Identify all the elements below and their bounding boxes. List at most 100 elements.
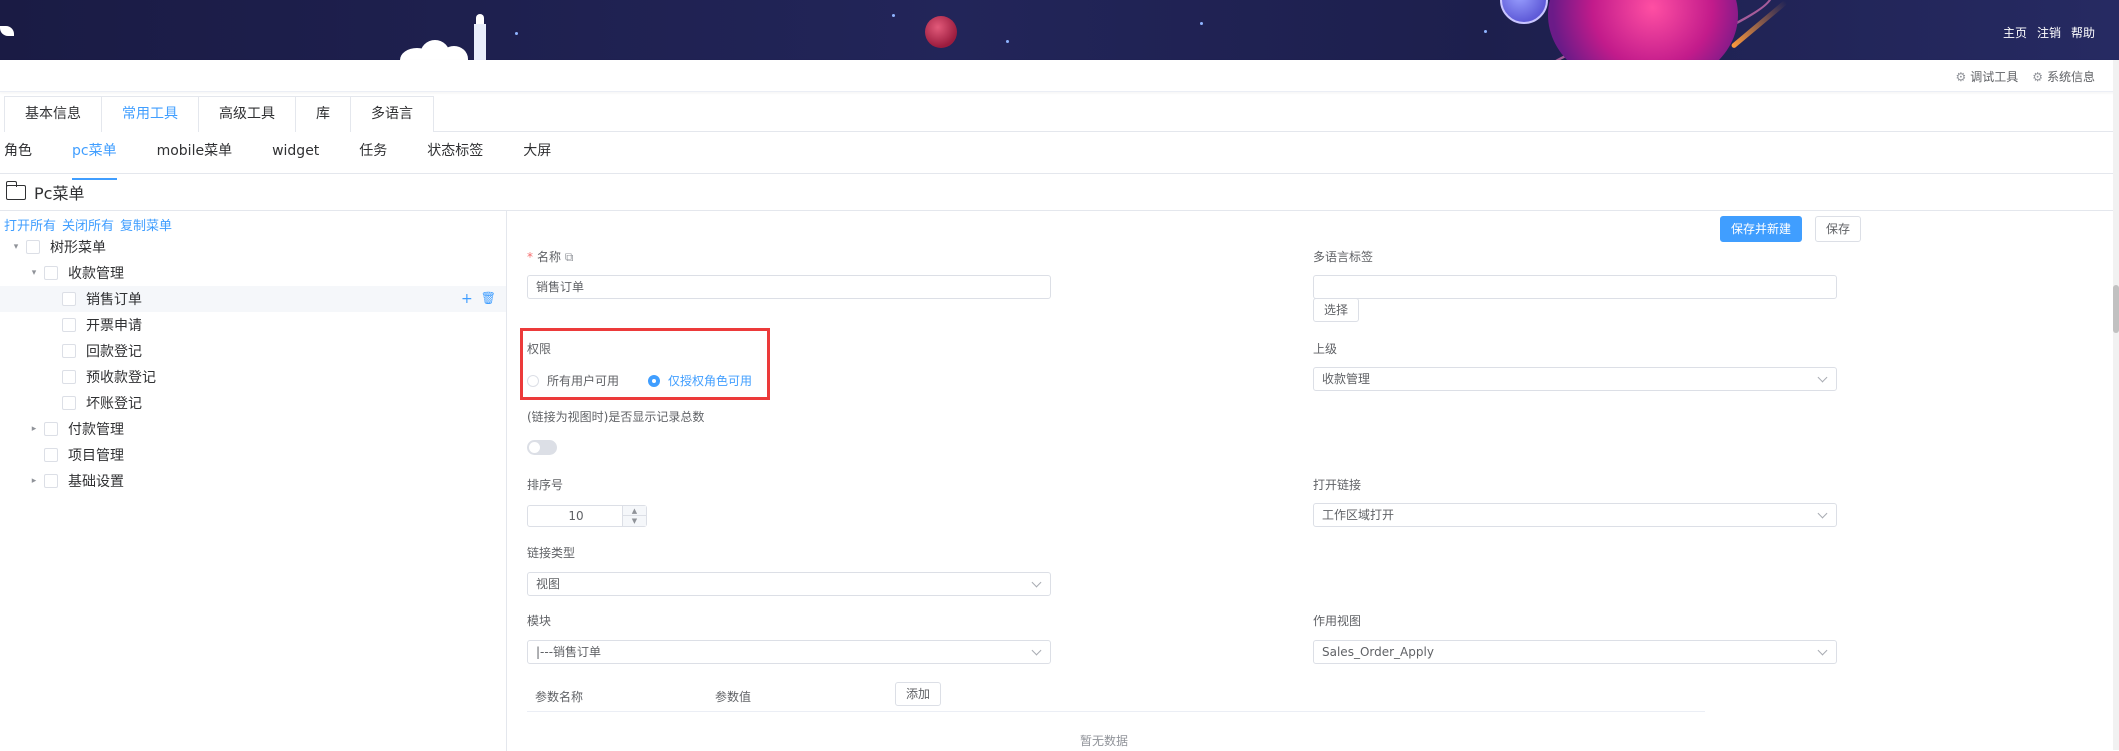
- caret-right-icon[interactable]: ▸: [28, 424, 40, 434]
- tab-task[interactable]: 任务: [339, 136, 407, 173]
- caret-right-icon[interactable]: ▸: [28, 476, 40, 486]
- tree-node-label: 树形菜单: [50, 240, 106, 256]
- tree-checkbox[interactable]: [44, 266, 58, 280]
- caret-down-icon[interactable]: ▾: [10, 242, 22, 252]
- chevron-down-icon: [1817, 372, 1828, 383]
- tab-library[interactable]: 库: [295, 96, 351, 132]
- tab-role[interactable]: 角色: [0, 136, 52, 173]
- choose-button[interactable]: 选择: [1313, 298, 1360, 322]
- tree-checkbox[interactable]: [44, 448, 58, 462]
- tree-node[interactable]: ▾ 树形菜单: [0, 234, 506, 260]
- radio-all-users[interactable]: 所有用户可用: [527, 372, 619, 389]
- chevron-down-icon: [1817, 508, 1828, 519]
- debug-tool-button[interactable]: ⚙ 调试工具: [1955, 68, 2018, 85]
- expand-all-link[interactable]: 打开所有: [4, 215, 56, 234]
- tab-advanced-tools[interactable]: 高级工具: [198, 96, 296, 132]
- help-link[interactable]: 帮助: [2071, 24, 2095, 41]
- order-label: 排序号: [527, 478, 564, 492]
- tree-checkbox[interactable]: [26, 240, 40, 254]
- tab-widget[interactable]: widget: [252, 136, 339, 173]
- system-info-button[interactable]: ⚙ 系统信息: [2032, 68, 2095, 85]
- tree-checkbox[interactable]: [62, 396, 76, 410]
- settings-icon: ⚙: [2032, 70, 2043, 84]
- parent-select-value: 收款管理: [1322, 372, 1371, 386]
- home-link[interactable]: 主页: [2003, 24, 2027, 41]
- tab-basic-info[interactable]: 基本信息: [4, 96, 102, 132]
- tab-common-tools[interactable]: 常用工具: [101, 96, 199, 132]
- decrement-icon[interactable]: ▼: [623, 516, 646, 526]
- copy-icon[interactable]: ⧉: [565, 250, 574, 264]
- caret-down-icon[interactable]: ▾: [28, 268, 40, 278]
- radio-circle[interactable]: [648, 374, 660, 387]
- link-type-label: 链接类型: [527, 546, 576, 560]
- chevron-down-icon: [1031, 577, 1042, 588]
- add-icon[interactable]: +: [461, 291, 473, 307]
- divider: [0, 210, 2119, 211]
- save-and-new-button[interactable]: 保存并新建: [1720, 216, 1803, 242]
- radio-all-users-label: 所有用户可用: [547, 374, 620, 388]
- tower-decoration: [472, 14, 488, 60]
- scrollbar[interactable]: [2113, 60, 2119, 750]
- radio-circle[interactable]: [527, 374, 539, 387]
- show-count-label: (链接为视图时)是否显示记录总数: [527, 410, 705, 424]
- chevron-down-icon: [1817, 645, 1828, 656]
- save-button[interactable]: 保存: [1815, 216, 1862, 242]
- main-tabs: 基本信息 常用工具 高级工具 库 多语言: [4, 96, 2114, 132]
- tree-checkbox[interactable]: [62, 292, 76, 306]
- debug-tool-label: 调试工具: [1970, 70, 2019, 84]
- collapse-all-link[interactable]: 关闭所有: [62, 215, 114, 234]
- tab-big-screen[interactable]: 大屏: [503, 136, 571, 173]
- gear-icon: ⚙: [1955, 70, 1967, 84]
- logout-link[interactable]: 注销: [2037, 24, 2061, 41]
- tree-checkbox[interactable]: [44, 474, 58, 488]
- increment-icon[interactable]: ▲: [623, 506, 646, 516]
- link-type-select[interactable]: 视图: [527, 572, 1051, 596]
- tab-status-tag[interactable]: 状态标签: [407, 136, 503, 173]
- tree-node[interactable]: ▸ 付款管理: [0, 416, 506, 442]
- tree-node[interactable]: ▸ 基础设置: [0, 468, 506, 494]
- tree-node-label: 开票申请: [86, 318, 142, 334]
- scrollbar-thumb[interactable]: [2113, 285, 2119, 333]
- folder-icon: [5, 180, 26, 200]
- view-label: 作用视图: [1313, 614, 1362, 628]
- sub-tabs: 角色 pc菜单 mobile菜单 widget 任务 状态标签 大屏: [0, 136, 2119, 180]
- radio-authorized-roles[interactable]: 仅授权角色可用: [648, 372, 752, 389]
- delete-icon[interactable]: 🗑: [481, 291, 496, 307]
- show-count-toggle[interactable]: [527, 440, 557, 455]
- tree-node[interactable]: 销售订单 + 🗑: [0, 286, 506, 312]
- open-link-select[interactable]: 工作区域打开: [1313, 503, 1837, 527]
- planet-decoration: [925, 16, 957, 48]
- node-ops: + 🗑: [461, 291, 496, 307]
- empty-placeholder: 暂无数据: [1080, 734, 1129, 748]
- tree-node[interactable]: 项目管理: [0, 442, 506, 468]
- tree-checkbox[interactable]: [62, 344, 76, 358]
- tree-checkbox[interactable]: [44, 422, 58, 436]
- tree-node[interactable]: ▾ 收款管理: [0, 260, 506, 286]
- link-type-value: 视图: [536, 577, 561, 591]
- parent-select[interactable]: 收款管理: [1313, 367, 1837, 391]
- tree-checkbox[interactable]: [62, 370, 76, 384]
- tree-node[interactable]: 预收款登记: [0, 364, 506, 390]
- menu-tree: ▾ 树形菜单 ▾ 收款管理 销售订单 + 🗑 开票申请 回款登记 预收款登记 坏…: [0, 234, 506, 494]
- view-select[interactable]: Sales_Order_Apply: [1313, 640, 1837, 664]
- order-stepper[interactable]: 10 ▲ ▼: [527, 505, 647, 527]
- view-value: Sales_Order_Apply: [1322, 645, 1434, 659]
- module-select[interactable]: |---销售订单: [527, 640, 1051, 664]
- copy-menu-link[interactable]: 复制菜单: [120, 215, 172, 234]
- tree-actions: 打开所有 关闭所有 复制菜单: [4, 215, 172, 234]
- order-value[interactable]: 10: [528, 506, 624, 526]
- tree-node[interactable]: 坏账登记: [0, 390, 506, 416]
- tree-checkbox[interactable]: [62, 318, 76, 332]
- tab-pc-menu[interactable]: pc菜单: [52, 136, 137, 180]
- add-param-button[interactable]: 添加: [895, 682, 942, 706]
- tab-multilanguage[interactable]: 多语言: [350, 96, 434, 132]
- name-input[interactable]: 销售订单: [527, 275, 1051, 299]
- tree-node[interactable]: 开票申请: [0, 312, 506, 338]
- tab-mobile-menu[interactable]: mobile菜单: [137, 136, 252, 173]
- tree-node-label: 坏账登记: [86, 396, 142, 412]
- tree-node[interactable]: 回款登记: [0, 338, 506, 364]
- i18n-input[interactable]: [1313, 275, 1837, 299]
- panel-title: Pc菜单: [5, 180, 84, 204]
- header-banner: 主页 注销 帮助: [0, 0, 2119, 60]
- tree-node-label: 销售订单: [86, 292, 142, 308]
